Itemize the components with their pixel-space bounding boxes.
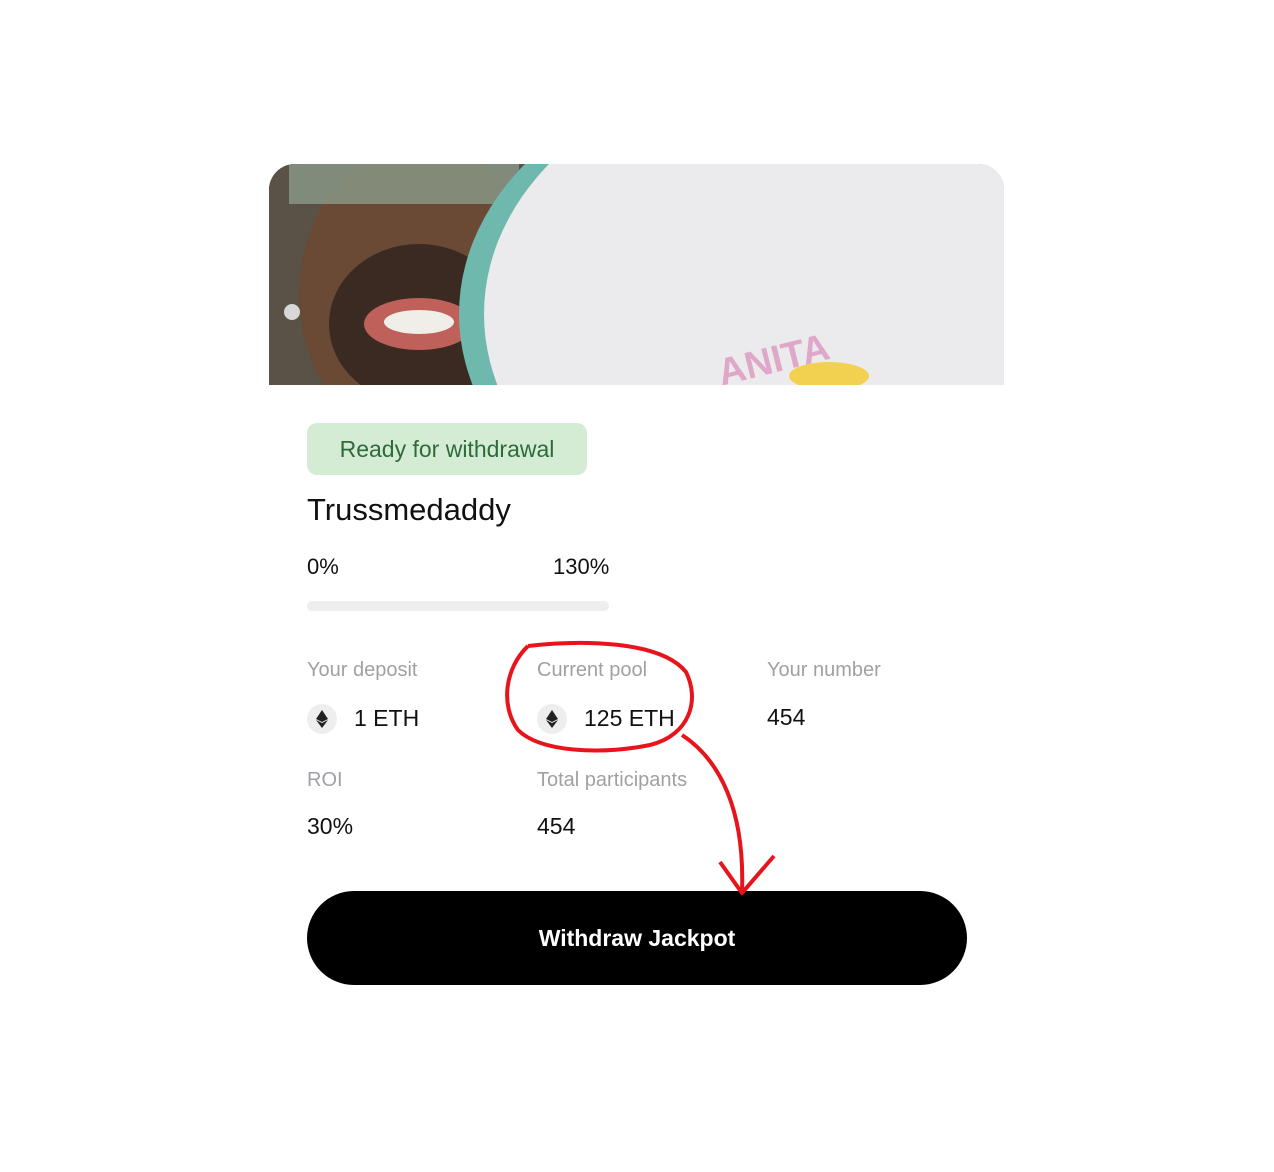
progress-min-label: 0% bbox=[307, 554, 339, 579]
ethereum-icon bbox=[307, 704, 337, 734]
banner-image: ANITA bbox=[269, 164, 1004, 385]
progress-max-label: 130% bbox=[553, 554, 610, 579]
participants-label: Total participants bbox=[537, 769, 688, 791]
progress-bar bbox=[307, 601, 609, 611]
pool-value: 125 ETH bbox=[584, 705, 675, 731]
number-value: 454 bbox=[767, 704, 806, 730]
withdraw-jackpot-button[interactable]: Withdraw Jackpot bbox=[307, 891, 967, 985]
banner-photo: ANITA bbox=[269, 164, 1004, 385]
roi-label: ROI bbox=[307, 769, 343, 791]
roi-value: 30% bbox=[307, 813, 354, 839]
ethereum-icon bbox=[537, 704, 567, 734]
deposit-value: 1 ETH bbox=[354, 705, 420, 731]
pool-title: Trussmedaddy bbox=[307, 492, 511, 527]
status-badge: Ready for withdrawal bbox=[307, 423, 587, 475]
pool-label: Current pool bbox=[537, 659, 648, 681]
deposit-label: Your deposit bbox=[307, 659, 418, 681]
number-label: Your number bbox=[767, 659, 881, 681]
jackpot-card: ANITA Ready for withdrawal Trussmedaddy … bbox=[269, 164, 1004, 1004]
participants-value: 454 bbox=[537, 813, 576, 839]
